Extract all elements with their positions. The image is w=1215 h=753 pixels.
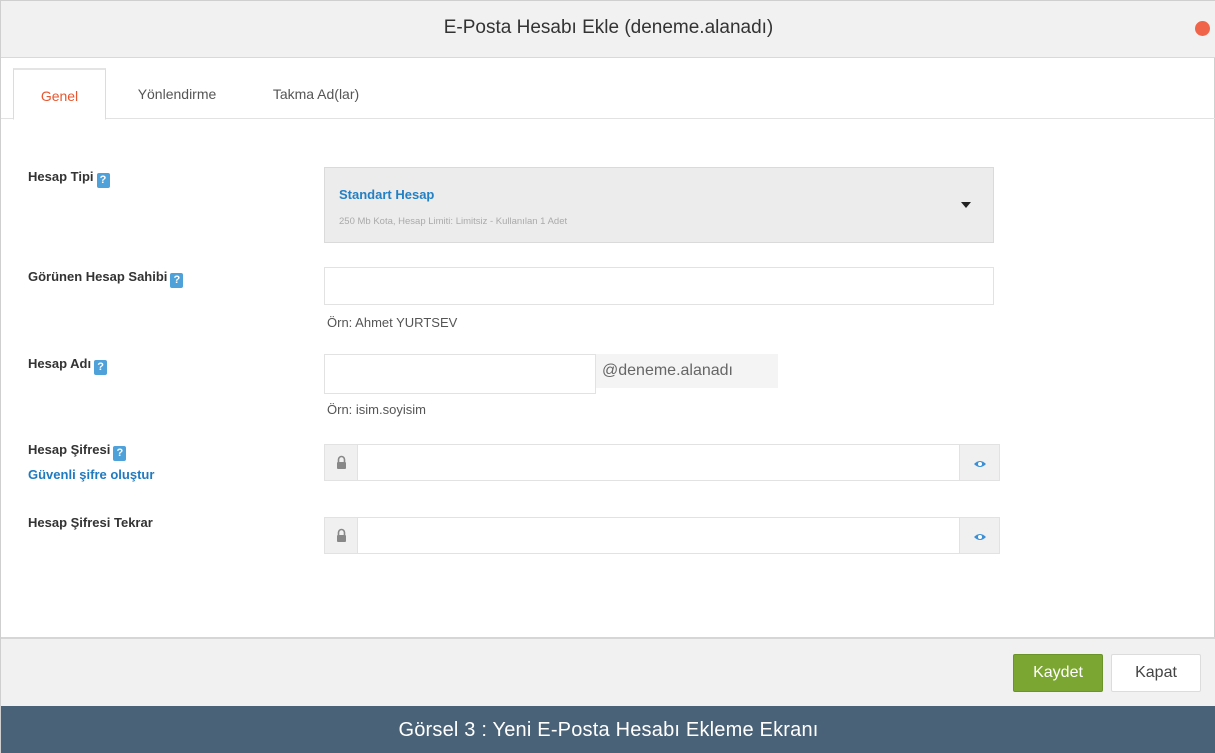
eye-icon[interactable] — [959, 518, 999, 553]
account-name-hint: Örn: isim.soyisim — [327, 402, 426, 417]
password-repeat-label: Hesap Şifresi Tekrar — [28, 515, 153, 530]
help-icon[interactable]: ? — [94, 360, 108, 375]
account-type-description: 250 Mb Kota, Hesap Limiti: Limitsiz - Ku… — [339, 216, 568, 227]
account-name-label: Hesap Adı? — [28, 356, 108, 375]
lock-icon — [325, 518, 358, 553]
password-field[interactable] — [324, 444, 1000, 481]
account-type-label: Hesap Tipi? — [28, 169, 110, 188]
generate-password-link[interactable]: Güvenli şifre oluştur — [28, 467, 154, 482]
dialog-title: E-Posta Hesabı Ekle (deneme.alanadı) — [443, 17, 774, 38]
account-type-select[interactable]: Standart Hesap 250 Mb Kota, Hesap Limiti… — [324, 167, 994, 243]
domain-suffix: @deneme.alanadı — [596, 354, 778, 388]
display-name-hint: Örn: Ahmet YURTSEV — [327, 315, 458, 330]
account-name-field[interactable] — [324, 354, 596, 394]
password-repeat-field[interactable] — [324, 517, 1000, 554]
chevron-down-icon — [961, 202, 971, 208]
account-type-selected: Standart Hesap — [339, 187, 435, 202]
account-name-label-text: Hesap Adı — [28, 356, 92, 371]
display-name-label: Görünen Hesap Sahibi? — [28, 269, 184, 288]
tab-takma-adlar[interactable]: Takma Ad(lar) — [263, 68, 369, 120]
tab-genel[interactable]: Genel — [13, 68, 106, 120]
title-bar: E-Posta Hesabı Ekle (deneme.alanadı) — [1, 1, 1215, 58]
tab-yonlendirme[interactable]: Yönlendirme — [129, 68, 225, 120]
help-icon[interactable]: ? — [96, 173, 110, 188]
dialog-window: E-Posta Hesabı Ekle (deneme.alanadı) Gen… — [0, 0, 1215, 753]
figure-caption: Görsel 3 : Yeni E-Posta Hesabı Ekleme Ek… — [1, 706, 1215, 753]
save-button[interactable]: Kaydet — [1013, 654, 1103, 692]
close-button[interactable]: Kapat — [1111, 654, 1201, 692]
password-label: Hesap Şifresi? — [28, 442, 127, 461]
eye-icon[interactable] — [959, 445, 999, 480]
help-icon[interactable]: ? — [170, 273, 184, 288]
tab-bar: Genel Yönlendirme Takma Ad(lar) — [1, 58, 1215, 120]
close-icon[interactable] — [1195, 21, 1210, 36]
help-icon[interactable]: ? — [113, 446, 127, 461]
account-type-label-text: Hesap Tipi — [28, 169, 94, 184]
display-name-field[interactable] — [324, 267, 994, 305]
lock-icon — [325, 445, 358, 480]
display-name-label-text: Görünen Hesap Sahibi — [28, 269, 168, 284]
password-label-text: Hesap Şifresi — [28, 442, 111, 457]
